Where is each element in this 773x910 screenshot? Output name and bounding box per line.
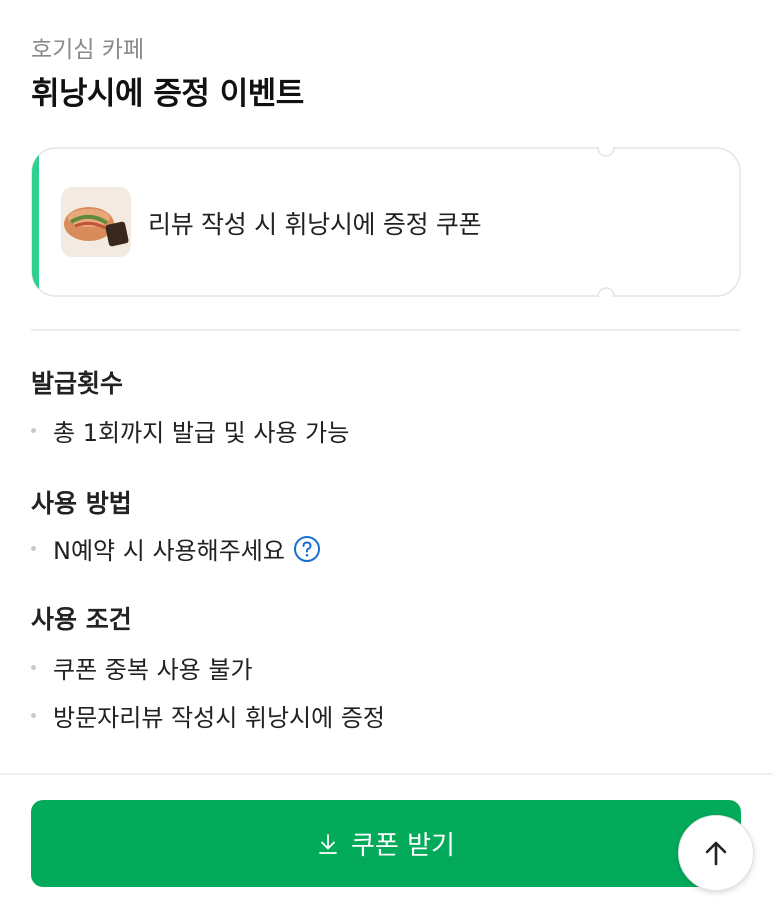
section-title-usage-method: 사용 방법 xyxy=(31,489,132,518)
coupon-name: 리뷰 작성 시 휘낭시에 증정 쿠폰 xyxy=(148,210,482,239)
list-item: 쿠폰 중복 사용 불가 xyxy=(31,650,253,685)
store-name: 호기심 카페 xyxy=(31,37,145,63)
section-title-issue-count: 발급횟수 xyxy=(31,369,124,398)
bullet-dot-icon xyxy=(31,713,36,718)
event-title: 휘낭시에 증정 이벤트 xyxy=(31,76,304,112)
arrow-up-icon xyxy=(705,841,727,866)
usage-condition-text: 방문자리뷰 작성시 휘낭시에 증정 xyxy=(53,704,386,732)
issue-count-text: 총 1회까지 발급 및 사용 가능 xyxy=(53,419,350,447)
section-divider xyxy=(31,329,740,331)
usage-condition-text: 쿠폰 중복 사용 불가 xyxy=(53,656,253,684)
coupon-accent-bar xyxy=(32,148,39,296)
bullet-dot-icon xyxy=(31,546,36,551)
scroll-to-top-button[interactable] xyxy=(678,815,754,891)
bullet-dot-icon xyxy=(31,665,36,670)
bottom-bar-divider xyxy=(0,773,773,775)
list-item: 총 1회까지 발급 및 사용 가능 xyxy=(31,413,349,448)
coupon-thumbnail xyxy=(61,187,131,257)
download-coupon-button[interactable]: 쿠폰 받기 xyxy=(31,800,741,887)
question-circle-icon[interactable] xyxy=(293,535,321,563)
coupon-card: 리뷰 작성 시 휘낭시에 증정 쿠폰 xyxy=(31,147,741,297)
section-title-usage-conditions: 사용 조건 xyxy=(31,605,132,634)
bullet-dot-icon xyxy=(31,428,36,433)
usage-method-text: N예약 시 사용해주세요 xyxy=(53,537,285,565)
list-item: 방문자리뷰 작성시 휘낭시에 증정 xyxy=(31,698,385,733)
list-item: N예약 시 사용해주세요 xyxy=(31,531,321,566)
download-icon xyxy=(319,833,337,854)
download-coupon-label: 쿠폰 받기 xyxy=(351,831,455,861)
